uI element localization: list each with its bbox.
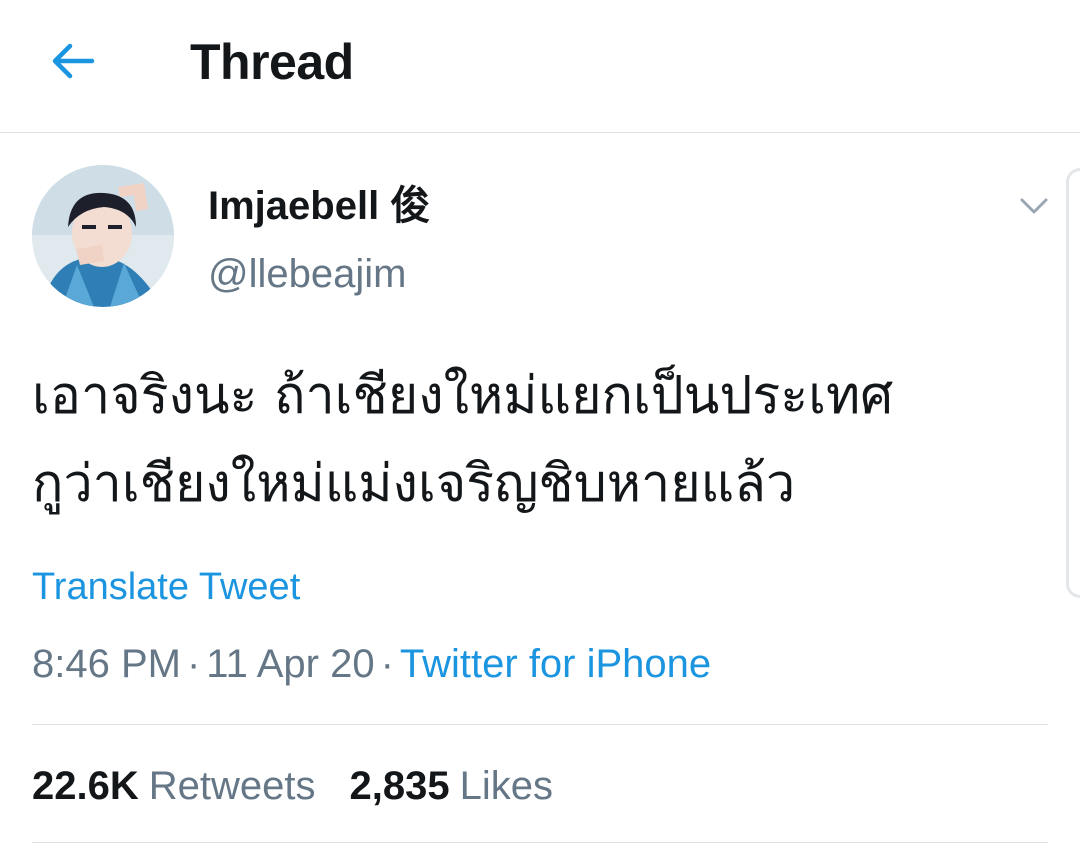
back-button[interactable]	[44, 36, 102, 86]
chevron-down-icon	[1020, 198, 1048, 214]
tweet-options-button[interactable]	[1014, 188, 1054, 224]
tweet-time: 8:46 PM	[32, 642, 181, 686]
meta-separator: ·	[186, 642, 201, 686]
avatar[interactable]	[32, 165, 174, 307]
tweet-source-link[interactable]: Twitter for iPhone	[400, 642, 711, 686]
avatar-image	[32, 165, 174, 307]
tweet-stats: 22.6K Retweets 2,835 Likes	[32, 762, 553, 810]
retweets-stat[interactable]: 22.6K Retweets	[32, 762, 316, 810]
tweet-date: 11 Apr 20	[206, 642, 375, 686]
likes-count: 2,835	[349, 764, 450, 808]
likes-label: Likes	[459, 764, 553, 808]
app-header: Thread	[0, 0, 1080, 133]
retweets-label: Retweets	[148, 764, 316, 808]
scroll-indicator	[1066, 168, 1080, 598]
meta-separator: ·	[380, 642, 394, 686]
divider	[32, 842, 1048, 843]
tweet-text-line: กูว่าเชียงใหม่แม่งเจริญชิบหายแล้ว	[32, 454, 796, 514]
translate-tweet-link[interactable]: Translate Tweet	[32, 564, 300, 610]
page-title: Thread	[190, 34, 354, 90]
arrow-left-icon	[52, 43, 95, 79]
tweet-text-line: เอาจริงนะ ถ้าเชียงใหม่แยกเป็นประเทศ	[32, 366, 894, 426]
tweet-meta: 8:46 PM · 11 Apr 20 · Twitter for iPhone	[32, 640, 711, 688]
retweets-count: 22.6K	[32, 764, 139, 808]
divider	[32, 724, 1048, 725]
likes-stat[interactable]: 2,835 Likes	[350, 762, 554, 810]
author-display-name[interactable]: Imjaebell 俊	[208, 182, 430, 230]
tweet-text: เอาจริงนะ ถ้าเชียงใหม่แยกเป็นประเทศ กูว่…	[32, 352, 1052, 528]
author-handle[interactable]: @llebeajim	[208, 250, 406, 298]
